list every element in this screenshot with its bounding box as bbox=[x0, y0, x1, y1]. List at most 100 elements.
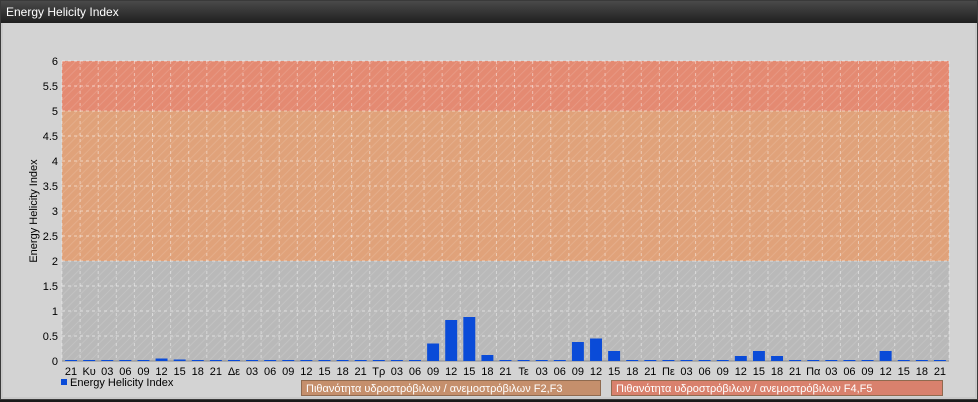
bar bbox=[246, 360, 259, 361]
x-tick-label: 03 bbox=[536, 366, 548, 378]
x-tick-label: 06 bbox=[843, 366, 855, 378]
x-tick-label: 06 bbox=[409, 366, 421, 378]
x-tick-label: 21 bbox=[789, 366, 801, 378]
chart-window: Energy Helicity Index 0 0.5 1 1.5 2 2.5 3 3.5 4 4… bbox=[0, 0, 978, 400]
bar bbox=[662, 360, 675, 361]
window-title: Energy Helicity Index bbox=[6, 5, 119, 19]
bar bbox=[626, 360, 639, 361]
bar bbox=[318, 360, 331, 361]
bar bbox=[861, 360, 874, 361]
x-tick-label: 06 bbox=[264, 366, 276, 378]
y-tick-label: 5 bbox=[52, 106, 58, 118]
legend-band-f2f3-label: Πιθανότητα υδροστρόβιλων / ανεμοστρόβιλω… bbox=[306, 383, 563, 395]
x-tick-label: 18 bbox=[481, 366, 493, 378]
x-tick-label: 18 bbox=[192, 366, 204, 378]
x-tick-label: 18 bbox=[626, 366, 638, 378]
y-tick-label: 5.5 bbox=[43, 81, 58, 93]
x-tick-label: Πε bbox=[662, 366, 675, 378]
bar bbox=[300, 360, 313, 361]
bar bbox=[771, 356, 784, 361]
bar bbox=[789, 360, 802, 361]
bar bbox=[264, 360, 277, 361]
x-tick-label: 18 bbox=[771, 366, 783, 378]
legend-band-f4f5: Πιθανότητα υδροστρόβιλων / ανεμοστρόβιλω… bbox=[611, 380, 943, 396]
x-tick-label: 03 bbox=[825, 366, 837, 378]
bar bbox=[481, 355, 494, 361]
x-tick-label: 12 bbox=[300, 366, 312, 378]
bar bbox=[390, 360, 403, 361]
y-tick-label: 6 bbox=[52, 56, 58, 68]
bar bbox=[173, 359, 186, 361]
x-tick-label: 09 bbox=[427, 366, 439, 378]
y-tick-label: 3 bbox=[52, 206, 58, 218]
bar bbox=[445, 320, 458, 361]
x-tick-label: 15 bbox=[753, 366, 765, 378]
y-tick-label: 0 bbox=[52, 356, 58, 368]
bar bbox=[608, 351, 621, 361]
bar bbox=[535, 360, 548, 361]
x-tick-label: 21 bbox=[499, 366, 511, 378]
bar bbox=[282, 360, 295, 361]
x-tick-label: Πα bbox=[806, 366, 821, 378]
x-tick-label: 06 bbox=[554, 366, 566, 378]
x-tick-label: 15 bbox=[608, 366, 620, 378]
bar bbox=[698, 360, 711, 361]
bar bbox=[499, 360, 512, 361]
legend-band-f4f5-label: Πιθανότητα υδροστρόβιλων / ανεμοστρόβιλω… bbox=[616, 383, 873, 395]
bar bbox=[137, 360, 150, 361]
bar bbox=[119, 360, 132, 361]
legend-series-label: Energy Helicity Index bbox=[70, 377, 174, 389]
x-tick-label: 18 bbox=[916, 366, 928, 378]
y-tick-label: 2.5 bbox=[43, 231, 58, 243]
bar bbox=[897, 360, 910, 361]
x-tick-label: 09 bbox=[282, 366, 294, 378]
y-tick-label: 1.5 bbox=[43, 281, 58, 293]
bar bbox=[65, 360, 78, 361]
chart-panel: 0 0.5 1 1.5 2 2.5 3 3.5 4 4.5 5 5.5 6 21 Κυ 03 06 09 12 15… bbox=[3, 23, 975, 397]
bar bbox=[372, 360, 385, 361]
bar bbox=[825, 360, 838, 361]
title-bar: Energy Helicity Index bbox=[1, 1, 977, 23]
bar bbox=[227, 360, 240, 361]
y-tick-label: 4 bbox=[52, 156, 58, 168]
bar bbox=[155, 358, 168, 361]
y-axis-label: Energy Helicity Index bbox=[28, 159, 40, 263]
bar bbox=[933, 360, 946, 361]
bar bbox=[644, 360, 657, 361]
x-tick-label: 03 bbox=[391, 366, 403, 378]
bar bbox=[734, 356, 747, 361]
x-tick-label: 15 bbox=[463, 366, 475, 378]
x-tick-label: 12 bbox=[880, 366, 892, 378]
x-tick-label: 21 bbox=[355, 366, 367, 378]
x-tick-label: Τρ bbox=[372, 366, 385, 378]
chart-svg: 00.511.522.533.544.555.56 21 Κυ 03 06 09 12 15… bbox=[28, 56, 950, 389]
y-axis-ticks: 0 0.5 1 1.5 2 2.5 3 3.5 4 4.5 5 5.5 6 bbox=[43, 56, 58, 368]
y-tick-label: 1 bbox=[52, 306, 58, 318]
bar bbox=[843, 360, 856, 361]
x-tick-label: 09 bbox=[717, 366, 729, 378]
x-tick-label: 06 bbox=[698, 366, 710, 378]
bar bbox=[83, 360, 96, 361]
bar bbox=[191, 360, 204, 361]
x-tick-label: 21 bbox=[934, 366, 946, 378]
bar bbox=[463, 317, 476, 361]
x-tick-label: 03 bbox=[246, 366, 258, 378]
legend-band-f2f3: Πιθανότητα υδροστρόβιλων / ανεμοστρόβιλω… bbox=[301, 380, 601, 396]
y-tick-label: 0.5 bbox=[43, 331, 58, 343]
bar bbox=[915, 360, 928, 361]
bar bbox=[409, 360, 421, 361]
x-tick-label: 15 bbox=[898, 366, 910, 378]
x-tick-label: 12 bbox=[445, 366, 457, 378]
bar bbox=[590, 338, 602, 361]
x-tick-label: 09 bbox=[572, 366, 584, 378]
x-tick-label: 18 bbox=[336, 366, 348, 378]
x-tick-label: Δε bbox=[228, 366, 240, 378]
x-tick-label: 03 bbox=[680, 366, 692, 378]
x-tick-label: 12 bbox=[590, 366, 602, 378]
bar bbox=[716, 360, 729, 361]
x-tick-label: 21 bbox=[644, 366, 656, 378]
x-tick-label: Τε bbox=[518, 366, 529, 378]
bar bbox=[209, 360, 222, 361]
legend-swatch bbox=[61, 379, 67, 385]
x-tick-label: 12 bbox=[735, 366, 747, 378]
